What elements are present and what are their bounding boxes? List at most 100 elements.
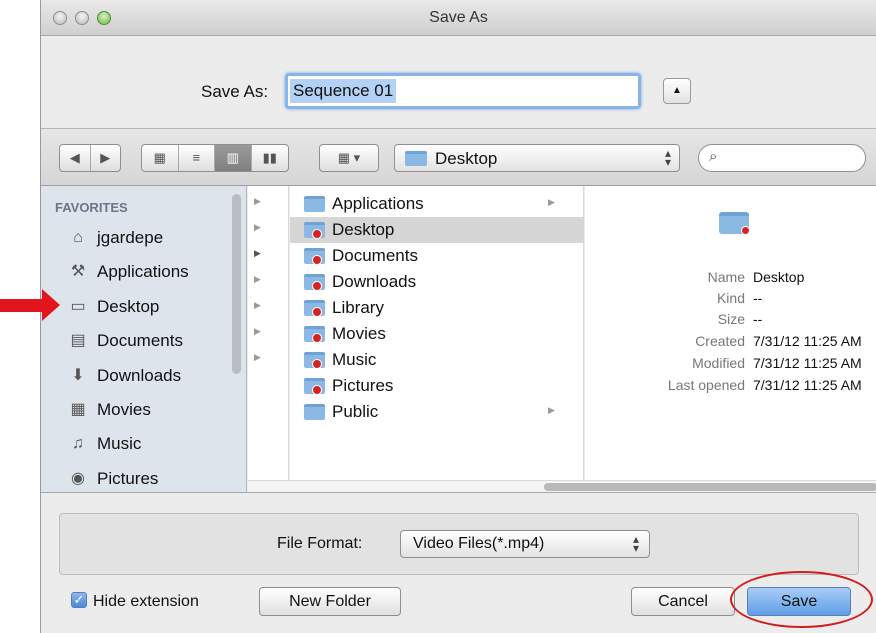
forward-arrow-icon[interactable]: ▶ (91, 145, 121, 171)
arrange-menu-button[interactable]: ▦ ▾ (319, 144, 379, 172)
list-item[interactable]: Documents (290, 243, 584, 269)
search-icon: ⌕ (709, 148, 718, 165)
updown-arrows-icon: ▴ ▾ (664, 146, 671, 169)
cancel-button[interactable]: Cancel (631, 587, 735, 616)
sidebar-header: FAVORITES (55, 200, 128, 215)
location-popup[interactable]: Desktop ▴ ▾ (394, 144, 680, 172)
folder-icon (405, 151, 427, 166)
sidebar-item-movies[interactable]: ▦ Movies (67, 397, 151, 423)
list-item-label: Applications (332, 194, 424, 213)
column-view-icon[interactable]: ▥ (215, 145, 252, 171)
sidebar-item-desktop[interactable]: ▭ Desktop (67, 294, 159, 320)
annotation-circle-save (730, 571, 873, 628)
search-field[interactable]: ⌕ (698, 144, 866, 172)
coverflow-view-icon[interactable]: ▮▮ (252, 145, 288, 171)
chevron-right-icon: ▶ (254, 248, 261, 258)
chevron-right-icon: ▶ (254, 300, 261, 310)
applications-icon: ⚒ (70, 263, 86, 280)
restricted-badge-icon (312, 359, 322, 369)
sidebar-item-label: Pictures (97, 469, 159, 488)
sidebar-item-applications[interactable]: ⚒ Applications (67, 259, 189, 285)
new-folder-button[interactable]: New Folder (259, 587, 401, 616)
list-item-selected[interactable]: Desktop (290, 217, 584, 243)
list-item[interactable]: Music (290, 347, 584, 373)
music-icon: ♫ (72, 435, 84, 452)
file-format-select[interactable]: Video Files(*.mp4) ▴ ▾ (400, 530, 650, 558)
icon-view-icon[interactable]: ▦ (142, 145, 179, 171)
sidebar-item-label: Documents (97, 331, 183, 350)
sidebar-item-jgardepe[interactable]: ⌂ jgardepe (67, 225, 163, 251)
list-item[interactable]: Library (290, 295, 584, 321)
back-arrow-icon[interactable]: ◀ (60, 145, 91, 171)
size-label: Size (717, 311, 745, 327)
view-mode-buttons: ▦ ≡ ▥ ▮▮ (141, 144, 289, 172)
sidebar-item-label: Movies (97, 400, 151, 419)
list-item-label: Documents (332, 246, 418, 265)
sidebar-item-label: Applications (97, 262, 189, 281)
preview-pane: Name Kind Size Created Modified Last ope… (585, 186, 876, 480)
list-item[interactable]: Pictures (290, 373, 584, 399)
scrollbar-thumb[interactable] (544, 483, 876, 491)
name-label: Name (707, 269, 745, 285)
chevron-right-icon: ▶ (254, 352, 261, 362)
home-icon: ⌂ (73, 229, 83, 246)
chevron-right-icon: ▶ (254, 222, 261, 232)
list-item-label: Desktop (332, 220, 395, 239)
chevron-right-icon: ▶ (254, 274, 261, 284)
arrange-icon: ▦ ▾ (337, 150, 361, 165)
restricted-badge-icon (312, 333, 322, 343)
browser-column-root: ▶ ▶ ▶ ▶ ▶ ▶ ▶ (248, 186, 289, 480)
filename-input[interactable]: Sequence 01 (285, 73, 641, 109)
kind-value: -- (753, 290, 763, 306)
list-item-label: Library (332, 298, 384, 317)
info-values: Desktop -- -- 7/31/12 11:25 AM 7/31/12 1… (753, 268, 876, 398)
size-value: -- (753, 311, 763, 327)
collapse-dialog-button[interactable]: ▲ (663, 78, 691, 104)
restricted-badge-icon (741, 226, 750, 235)
hide-extension-label: Hide extension (93, 593, 199, 610)
list-item[interactable]: Movies (290, 321, 584, 347)
list-view-icon[interactable]: ≡ (179, 145, 215, 171)
horizontal-scrollbar[interactable] (248, 480, 876, 492)
chevron-right-icon: ▶ (254, 196, 261, 206)
hide-extension-checkbox[interactable]: ✓ (71, 592, 87, 608)
sidebar-item-label: Music (97, 434, 142, 453)
folder-icon (304, 404, 325, 420)
kind-label: Kind (716, 290, 745, 306)
restricted-badge-icon (312, 385, 322, 395)
back-forward-buttons: ◀ ▶ (59, 144, 121, 172)
sidebar-item-label: jgardepe (97, 228, 164, 247)
sidebar-item-downloads[interactable]: ⬇ Downloads (67, 363, 181, 389)
list-item[interactable]: Applications ▶ (290, 191, 584, 217)
sidebar-item-pictures[interactable]: ◉ Pictures (67, 466, 158, 492)
list-item-label: Music (332, 350, 377, 369)
updown-arrows-icon: ▴ ▾ (632, 532, 639, 555)
list-item[interactable]: Downloads (290, 269, 584, 295)
restricted-badge-icon (312, 281, 322, 291)
chevron-right-icon: ▶ (254, 326, 261, 336)
name-value: Desktop (753, 269, 805, 285)
sidebar-scrollbar[interactable] (232, 194, 241, 374)
documents-icon: ▤ (70, 332, 86, 349)
location-text: Desktop (435, 149, 498, 168)
restricted-badge-icon (312, 307, 322, 317)
modified-value: 7/31/12 11:25 AM (753, 355, 862, 371)
list-item-label: Downloads (332, 272, 417, 291)
sidebar: FAVORITES ⌂ jgardepe ⚒ Applications ▭ Deskt… (41, 186, 247, 492)
sidebar-item-music[interactable]: ♫ Music (67, 431, 141, 457)
save-as-dialog: Save As Save As: Sequence 01 ▲ ◀ ▶ ▦ ≡ ▥… (40, 0, 876, 633)
restricted-badge-icon (312, 255, 322, 265)
folder-icon (304, 196, 325, 212)
list-item-label: Pictures (332, 376, 394, 395)
pictures-icon: ◉ (71, 470, 85, 487)
chevron-right-icon: ▶ (548, 197, 555, 207)
modified-label: Modified (692, 355, 745, 371)
last-opened-label: Last opened (667, 377, 745, 393)
chevron-right-icon: ▶ (548, 405, 555, 415)
save-as-label: Save As: (201, 82, 269, 101)
last-opened-value: 7/31/12 11:25 AM (753, 377, 862, 393)
list-item[interactable]: Public ▶ (290, 399, 584, 425)
created-label: Created (695, 333, 745, 349)
sidebar-item-documents[interactable]: ▤ Documents (67, 328, 183, 354)
sidebar-item-label: Desktop (97, 297, 160, 316)
